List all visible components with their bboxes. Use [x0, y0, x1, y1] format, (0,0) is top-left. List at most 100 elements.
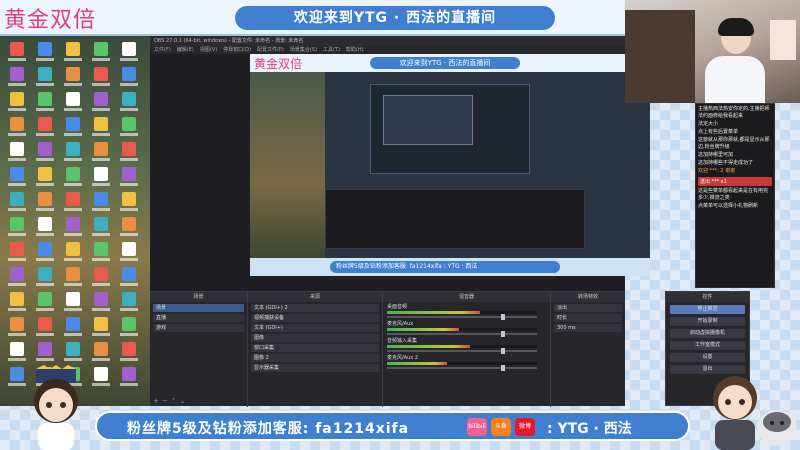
- stop-streaming-button[interactable]: 停止推流: [670, 305, 745, 314]
- desktop-shortcut[interactable]: [4, 215, 30, 239]
- start-recording-button[interactable]: 开始录制: [670, 317, 745, 326]
- desktop-shortcut[interactable]: [60, 240, 86, 264]
- volume-slider[interactable]: [387, 365, 537, 371]
- desktop-shortcut[interactable]: [116, 140, 142, 164]
- desktop-shortcut[interactable]: [32, 340, 58, 364]
- desktop-shortcut[interactable]: [88, 40, 114, 64]
- virtual-camera-button[interactable]: 启动虚拟摄像机: [670, 329, 745, 338]
- desktop-shortcut[interactable]: [116, 40, 142, 64]
- volume-slider-handle[interactable]: [500, 365, 505, 371]
- volume-slider[interactable]: [387, 314, 537, 320]
- desktop-shortcut[interactable]: [4, 115, 30, 139]
- menu-profile[interactable]: 配置文件(P): [257, 46, 284, 54]
- desktop-shortcut[interactable]: [60, 290, 86, 314]
- desktop-shortcut[interactable]: [4, 90, 30, 114]
- desktop-shortcut[interactable]: [116, 265, 142, 289]
- menu-view[interactable]: 视图(V): [200, 46, 217, 54]
- desktop-shortcut[interactable]: [88, 190, 114, 214]
- desktop-shortcut[interactable]: [4, 65, 30, 89]
- volume-slider-handle[interactable]: [500, 348, 505, 354]
- source-item[interactable]: 窗口采集: [251, 344, 379, 352]
- scene-item[interactable]: 直播: [153, 314, 244, 322]
- desktop-shortcut[interactable]: [60, 65, 86, 89]
- desktop-shortcut[interactable]: [116, 115, 142, 139]
- desktop-shortcut[interactable]: [116, 90, 142, 114]
- desktop-shortcut[interactable]: [4, 190, 30, 214]
- chevron-up-icon[interactable]: ⌃: [171, 397, 177, 405]
- volume-slider-handle[interactable]: [500, 331, 505, 337]
- volume-slider[interactable]: [387, 348, 537, 354]
- desktop-shortcut[interactable]: [60, 165, 86, 189]
- desktop-shortcut[interactable]: [4, 290, 30, 314]
- desktop-shortcut[interactable]: [88, 165, 114, 189]
- desktop-shortcut[interactable]: [116, 290, 142, 314]
- desktop-shortcut[interactable]: [88, 290, 114, 314]
- desktop-shortcut[interactable]: [32, 215, 58, 239]
- desktop-shortcut[interactable]: [88, 65, 114, 89]
- menu-scene-collection[interactable]: 场景集合(S): [290, 46, 317, 54]
- menu-help[interactable]: 帮助(H): [346, 46, 364, 54]
- desktop-shortcut[interactable]: [88, 240, 114, 264]
- desktop-shortcut[interactable]: [4, 340, 30, 364]
- desktop-shortcut[interactable]: [32, 290, 58, 314]
- volume-slider-handle[interactable]: [500, 314, 505, 320]
- desktop-shortcut[interactable]: [4, 40, 30, 64]
- desktop-shortcut[interactable]: [32, 265, 58, 289]
- desktop-shortcut[interactable]: [32, 190, 58, 214]
- desktop-shortcut[interactable]: [60, 190, 86, 214]
- desktop-shortcut[interactable]: [4, 265, 30, 289]
- desktop-shortcut[interactable]: [116, 315, 142, 339]
- desktop-shortcut[interactable]: [88, 140, 114, 164]
- source-item[interactable]: 视频捕获设备: [251, 314, 379, 322]
- volume-slider[interactable]: [387, 331, 537, 337]
- desktop-shortcut[interactable]: [32, 140, 58, 164]
- scene-item[interactable]: 游戏: [153, 324, 244, 332]
- desktop-shortcut[interactable]: [4, 315, 30, 339]
- desktop-shortcut[interactable]: [88, 265, 114, 289]
- desktop-shortcut[interactable]: [116, 340, 142, 364]
- desktop-shortcut[interactable]: [60, 215, 86, 239]
- desktop-shortcut[interactable]: [88, 215, 114, 239]
- source-item[interactable]: 文本 (GDI+): [251, 324, 379, 332]
- desktop-shortcut[interactable]: [60, 315, 86, 339]
- desktop-shortcut[interactable]: [116, 365, 142, 389]
- source-item[interactable]: 图像: [251, 334, 379, 342]
- desktop-shortcut[interactable]: [4, 240, 30, 264]
- desktop-shortcut[interactable]: [32, 40, 58, 64]
- obs-preview[interactable]: 黄金双倍 欢迎来到YTG · 西法的直播间 粉丝牌5级及钻粉添加客服: fa12…: [250, 54, 650, 276]
- menu-edit[interactable]: 编辑(E): [177, 46, 194, 54]
- menu-file[interactable]: 文件(F): [154, 46, 171, 54]
- transition-duration-input[interactable]: 300 ms: [554, 324, 622, 332]
- add-icon[interactable]: +: [153, 397, 159, 405]
- desktop-shortcut[interactable]: [60, 40, 86, 64]
- source-item[interactable]: 文本 (GDI+) 2: [251, 304, 379, 312]
- remove-icon[interactable]: −: [162, 397, 168, 405]
- desktop-shortcut[interactable]: [116, 190, 142, 214]
- desktop-shortcut[interactable]: [60, 340, 86, 364]
- scene-item[interactable]: 场景: [153, 304, 244, 312]
- menu-docks[interactable]: 停靠窗口(D): [223, 46, 251, 54]
- source-item[interactable]: 显示器采集: [251, 364, 379, 372]
- desktop-shortcut[interactable]: [116, 215, 142, 239]
- desktop-shortcut[interactable]: [4, 165, 30, 189]
- desktop-shortcut[interactable]: [60, 140, 86, 164]
- settings-button[interactable]: 设置: [670, 353, 745, 362]
- desktop-shortcut[interactable]: [32, 65, 58, 89]
- obs-window[interactable]: OBS 27.0.1 (64-bit, windows) - 配置文件: 未命名…: [150, 36, 650, 407]
- desktop-shortcut[interactable]: [88, 340, 114, 364]
- desktop-shortcut[interactable]: [88, 90, 114, 114]
- desktop-shortcut[interactable]: [60, 90, 86, 114]
- menu-tools[interactable]: 工具(T): [323, 46, 340, 54]
- desktop-shortcut[interactable]: [32, 315, 58, 339]
- desktop-shortcut[interactable]: [88, 115, 114, 139]
- source-item[interactable]: 图像 2: [251, 354, 379, 362]
- desktop-shortcut[interactable]: [116, 240, 142, 264]
- desktop-shortcut[interactable]: [32, 165, 58, 189]
- desktop-shortcut[interactable]: [32, 115, 58, 139]
- transition-select[interactable]: 淡出: [554, 304, 622, 312]
- desktop-shortcut[interactable]: [60, 115, 86, 139]
- desktop-shortcut[interactable]: [60, 265, 86, 289]
- desktop-shortcut[interactable]: [116, 165, 142, 189]
- desktop-shortcut[interactable]: [32, 240, 58, 264]
- desktop-shortcut[interactable]: [4, 140, 30, 164]
